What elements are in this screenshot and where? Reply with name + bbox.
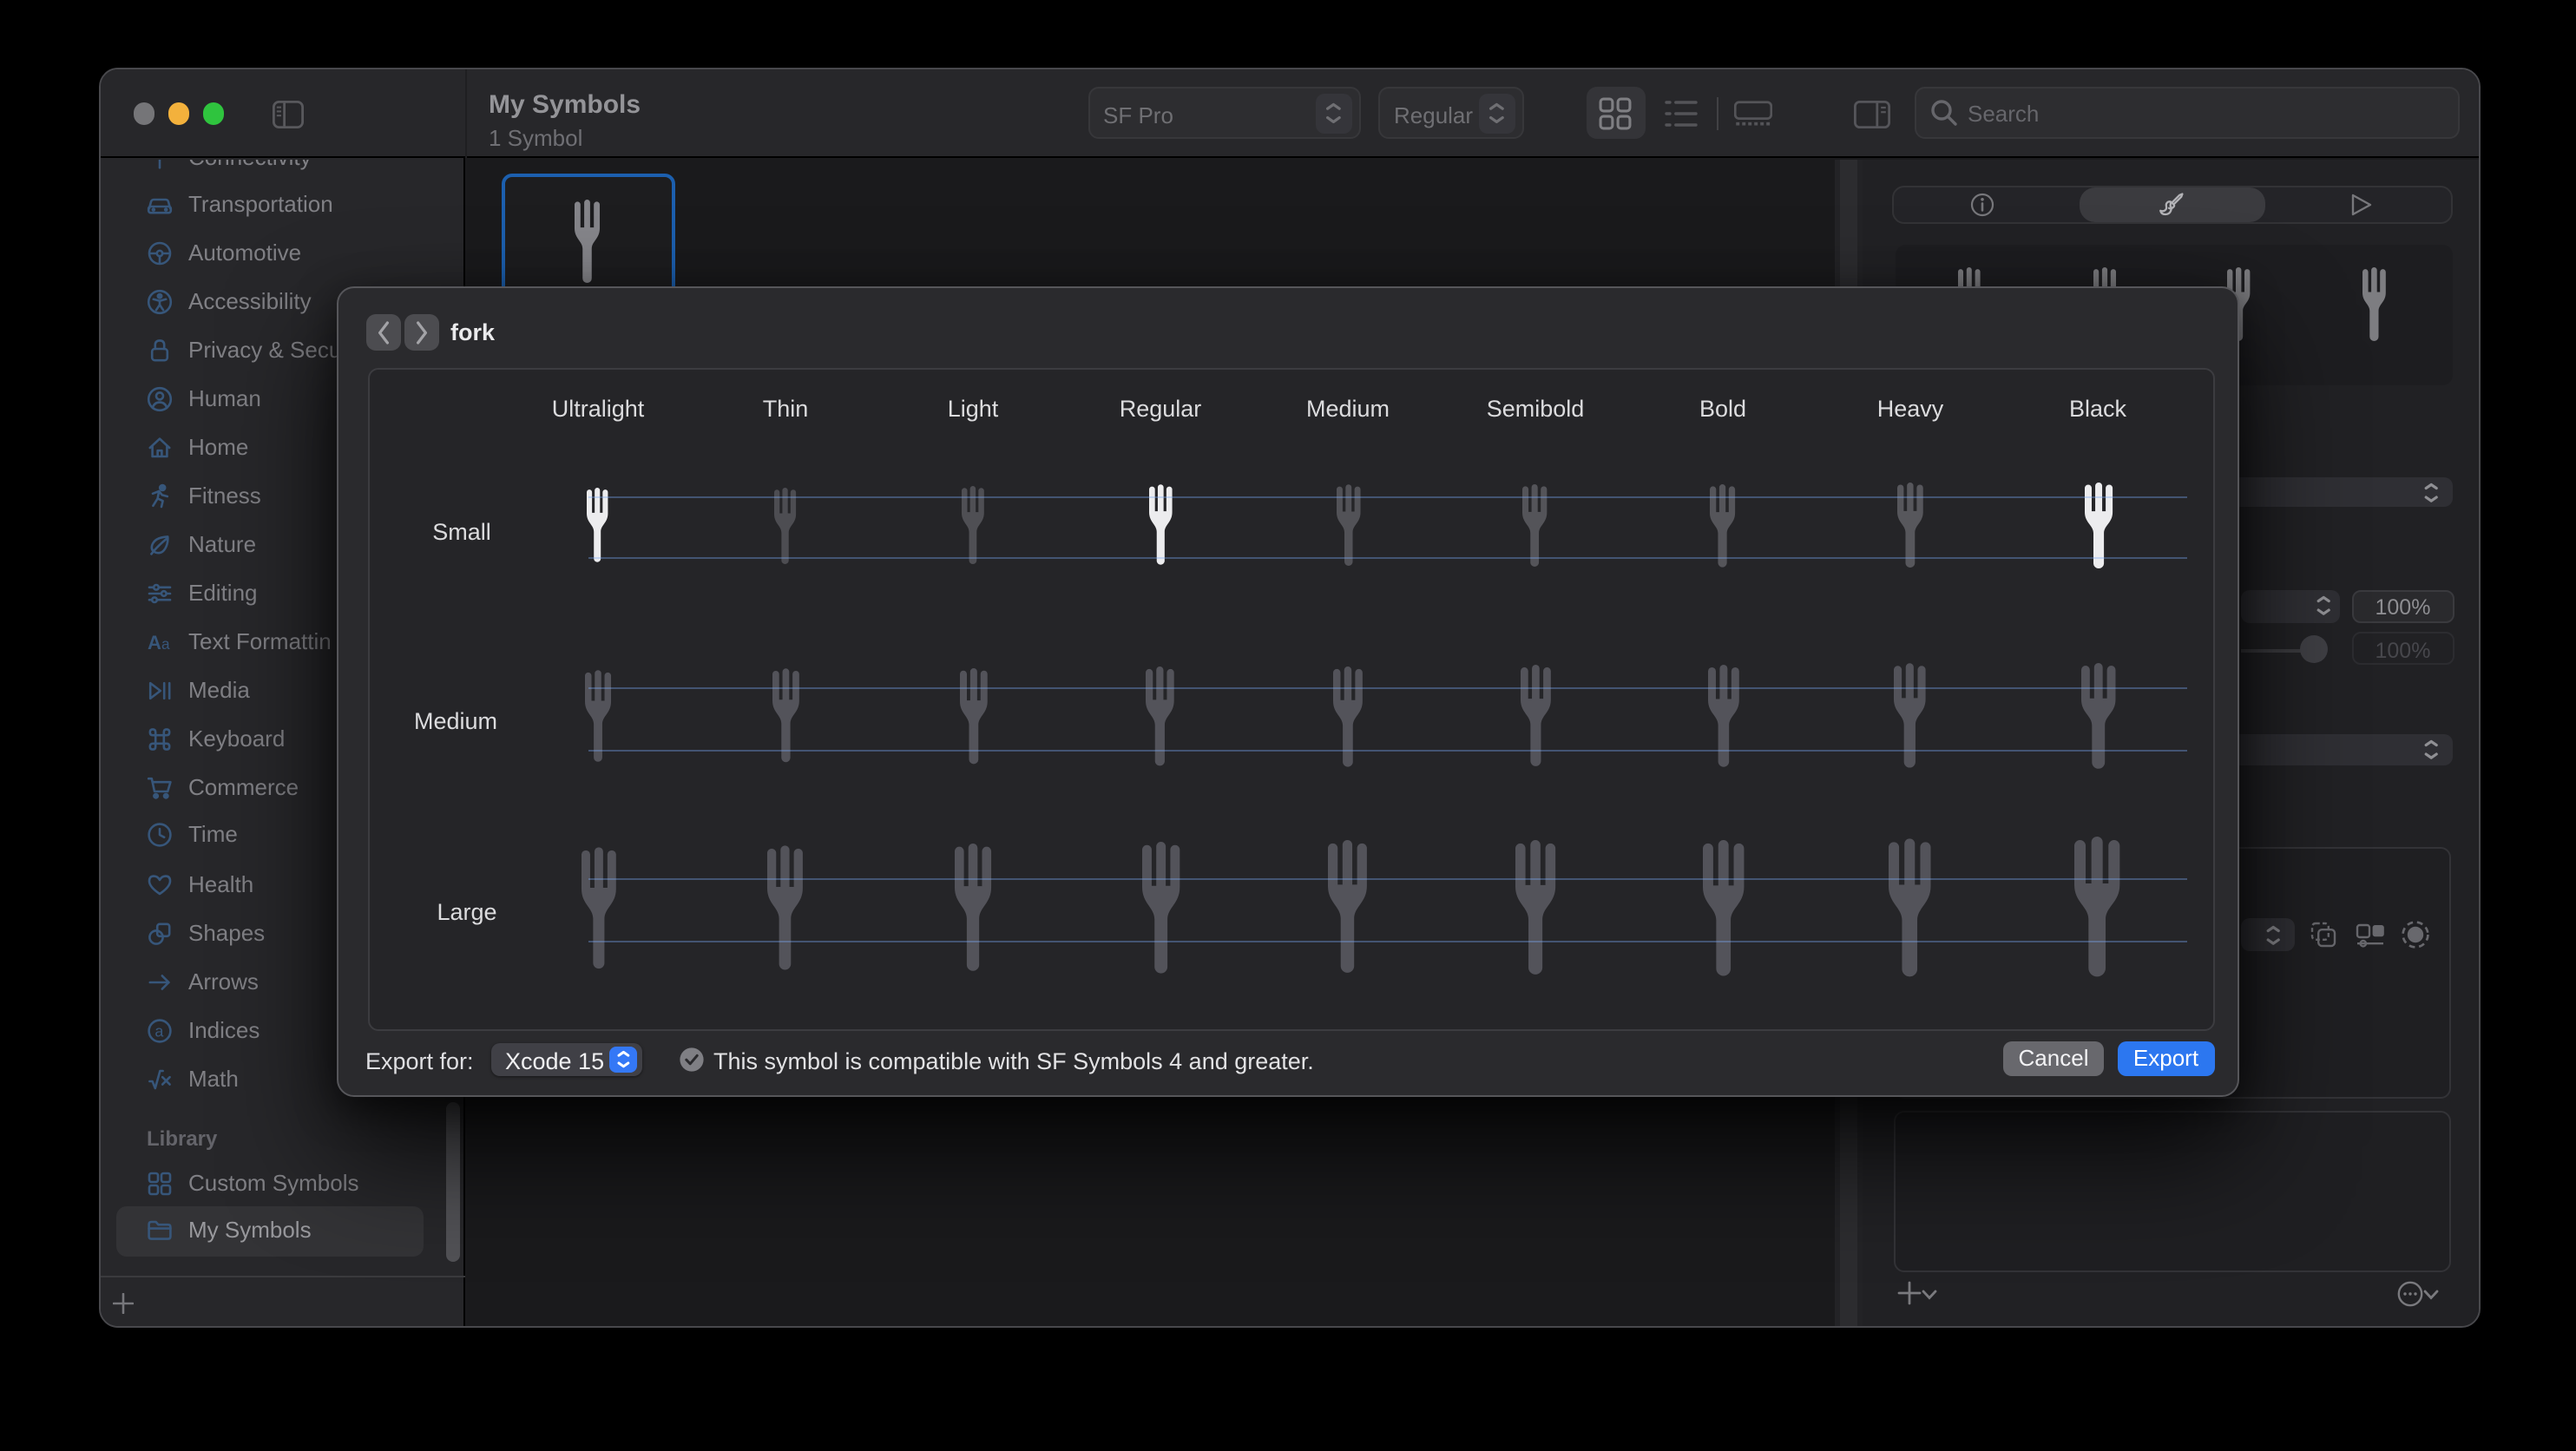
svg-text:a: a <box>154 1022 163 1040</box>
svg-text:a: a <box>161 634 169 652</box>
svg-text:A: A <box>147 631 161 653</box>
